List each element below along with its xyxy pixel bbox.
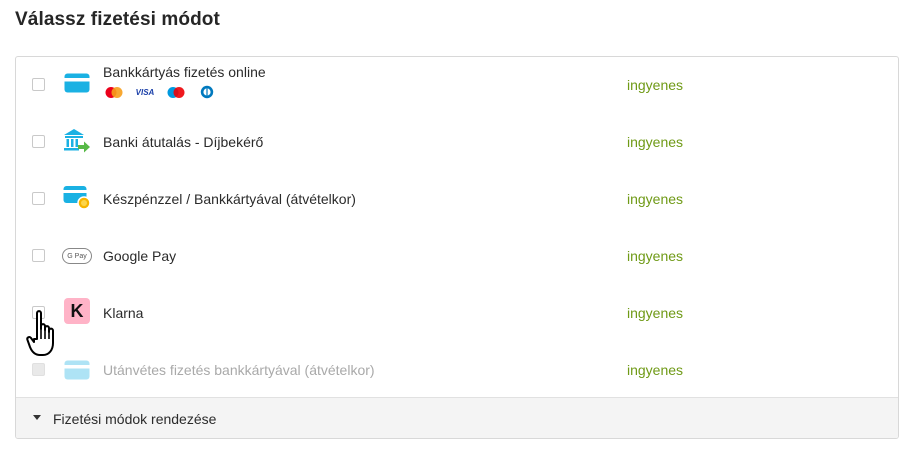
google-pay-icon: G Pay bbox=[61, 242, 93, 270]
sort-payment-methods-toggle[interactable]: Fizetési módok rendezése bbox=[16, 397, 898, 438]
payment-method-price: ingyenes bbox=[627, 305, 684, 321]
page-title: Válassz fizetési módot bbox=[15, 9, 220, 30]
payment-method-label: Google Pay bbox=[103, 248, 177, 264]
payment-method-price: ingyenes bbox=[627, 134, 684, 150]
payment-method-cod-card: Utánvétes fizetés bankkártyával (átvétel… bbox=[16, 342, 898, 399]
payment-method-checkbox bbox=[32, 363, 45, 376]
visa-icon: VISA bbox=[134, 85, 156, 99]
payment-method-label: Készpénzzel / Bankkártyával (átvételkor) bbox=[103, 191, 356, 207]
payment-method-price: ingyenes bbox=[627, 191, 684, 207]
payment-method-bank-transfer[interactable]: Banki átutalás - Díjbekérő ingyenes bbox=[16, 114, 898, 171]
payment-method-price: ingyenes bbox=[627, 77, 684, 93]
payment-method-label: Klarna bbox=[103, 305, 144, 321]
sort-payment-methods-label: Fizetési módok rendezése bbox=[53, 411, 217, 427]
payment-method-checkbox[interactable] bbox=[32, 192, 45, 205]
payment-method-label: Banki átutalás - Díjbekérő bbox=[103, 134, 264, 150]
payment-method-google-pay[interactable]: G Pay Google Pay ingyenes bbox=[16, 228, 898, 285]
diners-club-icon bbox=[196, 85, 218, 99]
card-coin-icon bbox=[63, 184, 91, 212]
klarna-icon-text: K bbox=[70, 300, 84, 321]
credit-card-icon bbox=[63, 356, 91, 384]
payment-methods-panel: Bankkártyás fizetés online VISA ingyenes… bbox=[15, 56, 899, 439]
google-pay-icon-text: G Pay bbox=[67, 252, 87, 260]
caret-down-icon bbox=[33, 415, 41, 420]
visa-text: VISA bbox=[135, 87, 155, 97]
credit-card-icon bbox=[63, 69, 91, 97]
maestro-icon bbox=[165, 85, 187, 99]
payment-method-klarna[interactable]: K Klarna ingyenes bbox=[16, 285, 898, 342]
payment-method-checkbox[interactable] bbox=[32, 249, 45, 262]
payment-method-price: ingyenes bbox=[627, 248, 684, 264]
card-brands: VISA bbox=[103, 85, 218, 99]
payment-method-checkbox[interactable] bbox=[32, 135, 45, 148]
klarna-icon: K bbox=[63, 297, 91, 325]
payment-method-cash-or-card-on-delivery[interactable]: Készpénzzel / Bankkártyával (átvételkor)… bbox=[16, 171, 898, 228]
payment-method-price: ingyenes bbox=[627, 362, 684, 378]
payment-method-checkbox[interactable] bbox=[32, 78, 45, 91]
bank-transfer-icon bbox=[63, 127, 91, 155]
mastercard-icon bbox=[103, 85, 125, 99]
payment-method-label: Bankkártyás fizetés online bbox=[103, 64, 266, 80]
payment-method-card-online[interactable]: Bankkártyás fizetés online VISA ingyenes bbox=[16, 57, 898, 114]
payment-method-label: Utánvétes fizetés bankkártyával (átvétel… bbox=[103, 362, 375, 378]
hand-pointer-cursor-icon bbox=[26, 310, 54, 356]
